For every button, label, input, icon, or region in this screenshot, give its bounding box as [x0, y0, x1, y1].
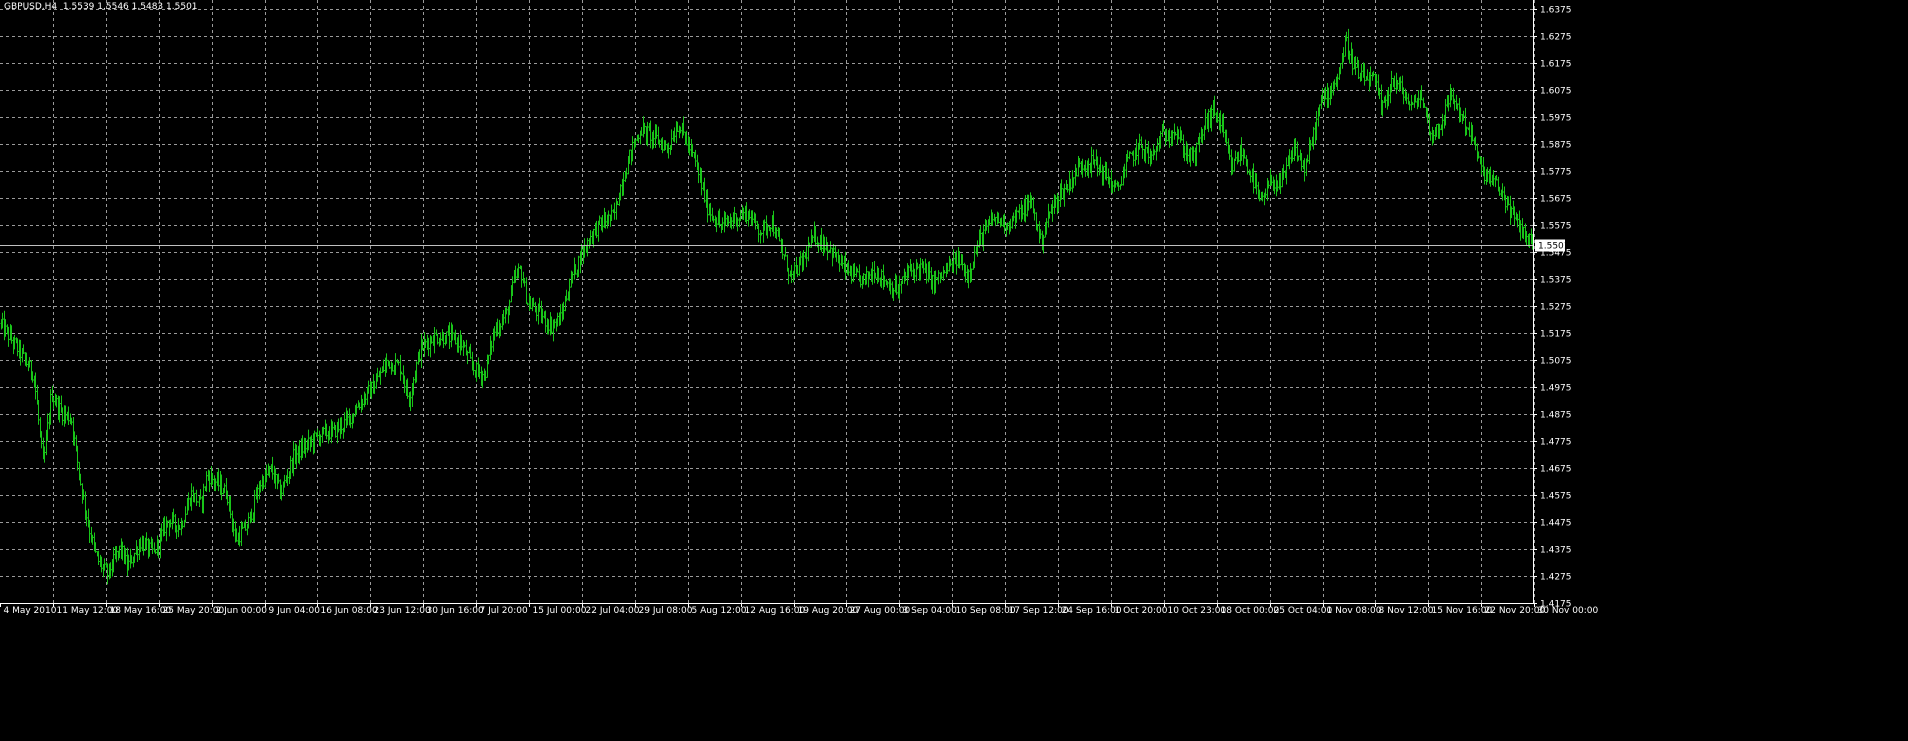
x-tick-label: 9 Jun 04:00: [269, 606, 321, 616]
symbol-label: GBPUSD,H4: [4, 2, 58, 12]
x-tick-label: 23 Jun 12:00: [374, 606, 431, 616]
open-value: 1.5539: [62, 2, 95, 12]
y-tick-label: 1.5975: [1540, 114, 1572, 124]
x-tick-label: 22 Jul 04:00: [586, 606, 640, 616]
x-tick-label: 17 Sep 12:00: [1009, 606, 1069, 616]
x-tick-label: 10 Sep 08:00: [956, 606, 1016, 616]
x-tick-label: 15 Jul 00:00: [533, 606, 587, 616]
y-tick-label: 1.6075: [1540, 87, 1572, 97]
ohlc-bar: [697, 162, 700, 184]
ohlc-bar: [190, 483, 193, 511]
ohlc-bar: [807, 236, 810, 262]
y-tick-label: 1.6275: [1540, 33, 1572, 43]
ohlc-bar: [1234, 150, 1237, 161]
y-tick-label: 1.5175: [1540, 330, 1572, 340]
low-value: 1.5483: [131, 2, 164, 12]
y-tick-label: 1.4475: [1540, 519, 1572, 529]
price-chart[interactable]: 1.5501 1.6375 1.6275 1.6175 1.6075 1.5975 1.5…: [0, 0, 1908, 741]
y-tick-label: 1.5575: [1540, 222, 1572, 232]
ohlc-bar: [436, 333, 439, 345]
chart-info: GBPUSD,H4 1.5539 1.5546 1.5483 1.5501: [4, 2, 198, 12]
x-tick-label: 15 Nov 16:00: [1432, 606, 1493, 616]
ohlc-bar: [316, 428, 319, 440]
ohlc-bar: [1366, 69, 1369, 81]
ohlc-bar: [670, 129, 673, 150]
y-tick-label: 1.6175: [1540, 60, 1572, 70]
ohlc-bar: [1173, 123, 1176, 140]
ohlc-bar: [1204, 108, 1207, 130]
ohlc-bar: [915, 259, 918, 282]
axes: 1.6375 1.6275 1.6175 1.6075 1.5975 1.5875 1.57…: [0, 0, 1598, 616]
ohlc-bar: [826, 242, 829, 261]
x-tick-label: 24 Sep 16:00: [1062, 606, 1122, 616]
ohlc-bar: [525, 277, 528, 304]
x-tick-label: 2 Jun 00:00: [216, 606, 268, 616]
y-tick-label: 1.4875: [1540, 411, 1572, 421]
bid-line-layer: 1.5501: [0, 239, 1570, 252]
ohlc-bar: [1120, 176, 1123, 186]
x-tick-label: 1 Oct 20:00: [1115, 606, 1168, 616]
y-tick-label: 1.4675: [1540, 465, 1572, 475]
ohlc-bar: [613, 202, 616, 220]
ohlc-bar: [1513, 206, 1516, 226]
x-tick-label: 30 Jun 16:00: [427, 606, 484, 616]
ohlc-bar: [61, 407, 64, 426]
y-tick-label: 1.4275: [1540, 573, 1572, 583]
chart-window[interactable]: 1.5501 1.6375 1.6275 1.6175 1.6075 1.5975 1.5…: [0, 0, 1908, 741]
x-tick-label: 18 Oct 00:00: [1221, 606, 1280, 616]
y-tick-label: 1.5375: [1540, 276, 1572, 286]
y-tick-label: 1.5275: [1540, 303, 1572, 313]
y-tick-label: 1.5675: [1540, 195, 1572, 205]
y-tick-label: 1.4775: [1540, 438, 1572, 448]
ohlc-bar: [610, 204, 613, 221]
y-tick-label: 1.4575: [1540, 492, 1572, 502]
ohlc-bar: [769, 227, 772, 237]
ohlc-bar: [195, 489, 198, 506]
x-tick-label: 16 Jun 08:00: [321, 606, 378, 616]
x-tick-label: 8 Nov 12:00: [1379, 606, 1434, 616]
y-tick-label: 1.4975: [1540, 384, 1572, 394]
ohlc-bar: [937, 270, 940, 285]
ohlc-bar: [526, 302, 529, 306]
ohlc-bar: [1018, 204, 1021, 220]
y-tick-label: 1.5075: [1540, 357, 1572, 367]
y-tick-label: 1.5875: [1540, 141, 1572, 151]
x-tick-label: 12 Aug 16:00: [745, 606, 806, 616]
ohlc-bar: [925, 263, 928, 284]
ohlc-bar: [787, 267, 790, 285]
x-tick-label: 1 Nov 08:00: [1327, 606, 1382, 616]
x-tick-label: 22 Nov 20:00: [1485, 606, 1546, 616]
x-tick-label: 5 Aug 12:00: [692, 606, 747, 616]
x-tick-label: 30 Nov 00:00: [1538, 606, 1599, 616]
x-tick-label: 4 May 2010: [4, 606, 57, 616]
ohlc-bar: [165, 516, 168, 542]
ohlc-bar: [1132, 150, 1135, 167]
close-value: 1.5501: [166, 2, 198, 12]
y-tick-label: 1.6375: [1540, 6, 1572, 16]
ohlc-bar: [1453, 98, 1456, 111]
x-tick-label: 10 Oct 23:00: [1168, 606, 1227, 616]
y-tick-label: 1.5775: [1540, 168, 1572, 178]
ohlc-bar: [1408, 101, 1411, 111]
ohlc-bar: [901, 276, 904, 285]
x-tick-label: 27 Aug 00:00: [850, 606, 911, 616]
y-tick-label: 1.4375: [1540, 546, 1572, 556]
x-tick-label: 7 Jul 20:00: [480, 606, 529, 616]
y-tick-label: 1.5475: [1540, 249, 1572, 259]
x-tick-label: 29 Jul 08:00: [639, 606, 693, 616]
ohlc-bar: [759, 229, 762, 244]
ohlc-bar: [399, 354, 402, 381]
ohlc-bar: [520, 265, 523, 288]
x-tick-label: 3 Sep 04:00: [903, 606, 958, 616]
high-value: 1.5546: [97, 2, 129, 12]
x-tick-label: 25 Oct 04:00: [1274, 606, 1333, 616]
ohlc-bar: [420, 333, 423, 369]
ohlc-bar: [873, 261, 876, 284]
